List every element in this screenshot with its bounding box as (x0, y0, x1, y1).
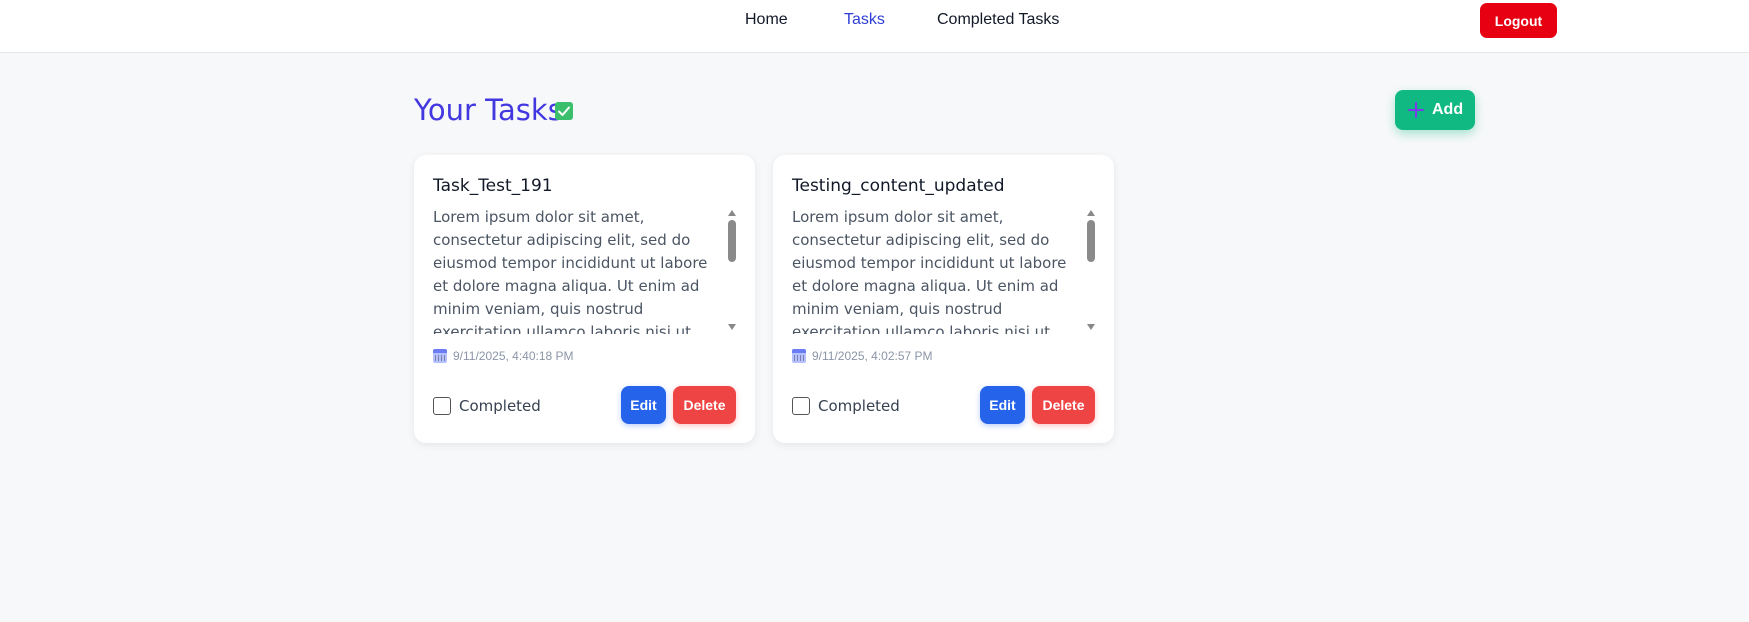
description-scrollbar[interactable] (1084, 206, 1097, 334)
task-description: Lorem ipsum dolor sit amet, consectetur … (433, 208, 708, 334)
completed-toggle[interactable]: Completed (433, 396, 573, 416)
calendar-icon (433, 349, 447, 363)
completed-toggle[interactable]: Completed (792, 396, 932, 416)
scroll-thumb[interactable] (728, 220, 736, 262)
edit-button[interactable]: Edit (980, 386, 1025, 424)
scroll-thumb[interactable] (1087, 220, 1095, 262)
completed-label: Completed (459, 397, 541, 415)
task-description-scroll-area[interactable]: Lorem ipsum dolor sit amet, consectetur … (433, 206, 738, 334)
task-date-text: 9/11/2025, 4:02:57 PM (812, 349, 933, 363)
task-description: Lorem ipsum dolor sit amet, consectetur … (792, 208, 1067, 334)
completed-checkbox[interactable] (433, 397, 451, 415)
delete-button[interactable]: Delete (1032, 386, 1095, 424)
task-title: Testing_content_updated (792, 176, 1005, 196)
task-title: Task_Test_191 (433, 176, 553, 196)
completed-label: Completed (818, 397, 900, 415)
nav-tasks-link[interactable]: Tasks (844, 10, 885, 30)
task-date-text: 9/11/2025, 4:40:18 PM (453, 349, 574, 363)
edit-button[interactable]: Edit (621, 386, 666, 424)
page-title: Your Tasks (414, 93, 563, 127)
top-navbar: Home Tasks Completed Tasks Logout (0, 0, 1749, 53)
calendar-icon (792, 349, 806, 363)
task-card: Task_Test_191 Lorem ipsum dolor sit amet… (414, 155, 755, 443)
task-card: Testing_content_updated Lorem ipsum dolo… (773, 155, 1114, 443)
scroll-up-arrow-icon[interactable] (728, 210, 736, 216)
description-scrollbar[interactable] (725, 206, 738, 334)
add-task-label: Add (1432, 101, 1464, 118)
completed-checkbox[interactable] (792, 397, 810, 415)
add-task-button[interactable]: Add (1395, 90, 1475, 130)
task-description-scroll-area[interactable]: Lorem ipsum dolor sit amet, consectetur … (792, 206, 1097, 334)
nav-completed-tasks-link[interactable]: Completed Tasks (937, 10, 1059, 30)
scroll-up-arrow-icon[interactable] (1087, 210, 1095, 216)
delete-button[interactable]: Delete (673, 386, 736, 424)
logout-button[interactable]: Logout (1480, 3, 1557, 38)
scroll-down-arrow-icon[interactable] (728, 324, 736, 330)
check-square-icon (555, 102, 573, 120)
nav-home-link[interactable]: Home (745, 10, 788, 30)
plus-icon (1408, 102, 1424, 118)
scroll-down-arrow-icon[interactable] (1087, 324, 1095, 330)
